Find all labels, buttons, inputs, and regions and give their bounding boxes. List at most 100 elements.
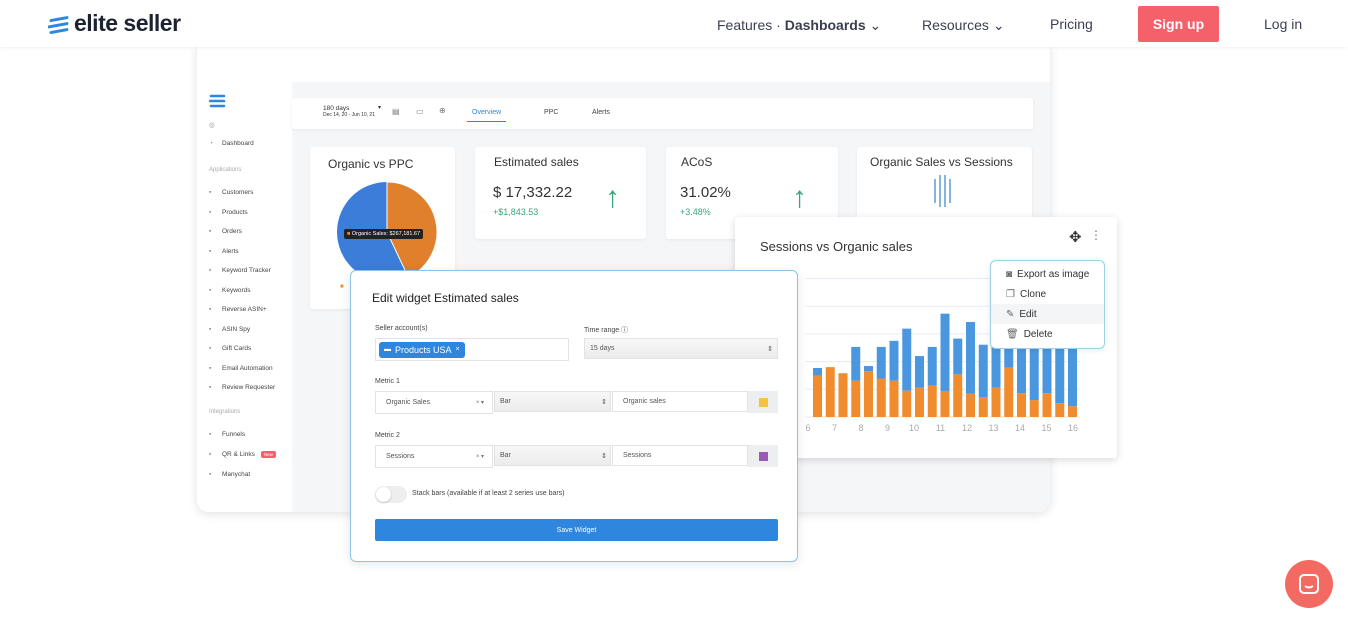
bar-sessions xyxy=(813,367,822,376)
tab-alerts[interactable]: Alerts xyxy=(592,109,610,116)
remove-chip-icon[interactable]: × xyxy=(456,346,460,353)
select-arrows-icon: ⇕ xyxy=(601,398,607,406)
sidebar-item[interactable]: ▪ Keyword Tracker xyxy=(209,267,271,274)
sidebar: ◎ ◔ Dashboard Applications Integrations ▪… xyxy=(197,40,291,512)
bar-sessions xyxy=(966,321,975,394)
sidebar-item-label: Email Automation xyxy=(222,364,273,372)
range-label: 180 days xyxy=(323,105,350,112)
trash-icon: 🗑 xyxy=(1006,328,1019,340)
menu-item-clone[interactable]: ❐ Clone xyxy=(991,284,1104,304)
bar-organic-sales xyxy=(902,390,912,417)
time-range-value: 15 days xyxy=(590,345,615,352)
sidebar-item[interactable]: ▪ Customers xyxy=(209,189,253,196)
features-menu[interactable]: Features · Dashboards ⌄ xyxy=(717,17,881,34)
sidebar-item[interactable]: ▪ Manychat xyxy=(209,471,250,478)
sidebar-item[interactable]: ▪ Funnels xyxy=(209,431,245,438)
menu-item-edit[interactable]: ✎ Edit xyxy=(991,304,1104,324)
sidebar-item-label: Reverse ASIN+ xyxy=(222,306,267,313)
bar-organic-sales xyxy=(1017,393,1026,417)
metric2-select[interactable]: Sessions × ▾ xyxy=(375,445,493,468)
sidebar-item-dashboard[interactable]: ◔ Dashboard xyxy=(209,140,254,147)
date-range-select[interactable]: 180 days Dec 14, 20 - Jun 10, 21 xyxy=(323,105,375,118)
sidebar-item[interactable]: ▪ QR & Links New xyxy=(209,451,276,458)
chat-launcher-button[interactable] xyxy=(1285,560,1333,608)
chat-icon xyxy=(1299,574,1319,594)
folder-icon[interactable]: ▭ xyxy=(416,107,424,116)
dialog-title: Edit widget Estimated sales xyxy=(372,291,519,305)
sidebar-item-label: Orders xyxy=(222,228,242,235)
sidebar-item[interactable]: ▪ Review Requester xyxy=(209,384,275,391)
save-widget-button[interactable]: Save Widget xyxy=(375,519,778,541)
widget-delta: +$1,843.53 xyxy=(493,207,539,217)
logo-icon xyxy=(48,15,69,34)
stack-bars-label: Stack bars (available if at least 2 seri… xyxy=(412,490,565,497)
widget-title: Organic Sales vs Sessions xyxy=(870,155,1013,169)
sidebar-item[interactable]: ▪ Orders xyxy=(209,228,242,235)
metric2-type-select[interactable]: Bar ⇕ xyxy=(494,445,611,466)
color-swatch xyxy=(758,397,768,407)
x-tick-label: 6 xyxy=(805,423,810,433)
stack-bars-toggle[interactable] xyxy=(375,486,407,503)
x-tick-label: 12 xyxy=(962,423,972,433)
metric1-select[interactable]: Organic Sales × ▾ xyxy=(375,391,493,414)
chart-type-value: Bar xyxy=(500,398,511,405)
bar-sessions xyxy=(927,346,937,386)
menu-item-delete[interactable]: 🗑 Delete xyxy=(991,324,1104,344)
profile-icon[interactable]: ◎ xyxy=(209,121,216,129)
time-range-label: Time range ⓘ xyxy=(584,325,628,335)
arrow-up-icon: ↑ xyxy=(792,181,807,214)
widget-estimated-sales[interactable]: Estimated sales $ 17,332.22 +$1,843.53 ↑ xyxy=(475,147,646,239)
bar-organic-sales xyxy=(966,393,975,417)
time-range-select[interactable]: 15 days ⇕ xyxy=(584,338,778,359)
sidebar-item[interactable]: ▪ Gift Cards xyxy=(209,345,251,352)
seller-account-input[interactable]: ▬ Products USA × xyxy=(375,338,569,361)
bar-organic-sales xyxy=(838,373,848,417)
sidebar-item-label: Manychat xyxy=(222,471,251,478)
bar-organic-sales xyxy=(813,375,822,417)
add-icon[interactable]: ⊕ xyxy=(439,106,446,115)
sidebar-item[interactable]: ▪ Keywords xyxy=(209,287,251,294)
resources-menu[interactable]: Resources ⌄ xyxy=(922,17,1005,34)
sidebar-item-label: Dashboard xyxy=(222,140,254,147)
signup-button[interactable]: Sign up xyxy=(1138,6,1219,42)
brand-logo[interactable]: elite seller xyxy=(48,10,181,37)
app-logo-icon xyxy=(209,94,226,108)
box-icon: ▪ xyxy=(209,208,212,216)
bar-sessions xyxy=(889,340,899,381)
sidebar-item-label: ASIN Spy xyxy=(222,325,251,333)
widget-delta: +3.48% xyxy=(680,207,711,217)
sidebar-item[interactable]: ▪ ASIN Spy xyxy=(209,326,250,333)
sidebar-item[interactable]: ▪ Email Automation xyxy=(209,365,273,372)
sidebar-item-label: Customers xyxy=(222,189,254,196)
metric2-color-picker[interactable] xyxy=(748,445,778,467)
sidebar-item-label: Keywords xyxy=(222,286,251,294)
series-name: Organic sales xyxy=(623,398,666,405)
clear-and-dropdown-icon[interactable]: × ▾ xyxy=(476,399,484,406)
x-tick-label: 8 xyxy=(858,423,863,433)
tab-overview[interactable]: Overview xyxy=(467,109,507,122)
sidebar-item[interactable]: ▪ Reverse ASIN+ xyxy=(209,306,267,313)
metric1-name-input[interactable]: Organic sales xyxy=(612,391,748,412)
chart-icon[interactable]: ▤ xyxy=(392,107,400,116)
bar-sessions xyxy=(864,366,873,372)
sidebar-item[interactable]: ▪ Alerts xyxy=(209,248,239,255)
x-tick-label: 13 xyxy=(988,423,998,433)
bar-sessions xyxy=(978,344,988,398)
login-link[interactable]: Log in xyxy=(1264,16,1302,32)
color-swatch xyxy=(758,451,768,461)
metric2-name-input[interactable]: Sessions xyxy=(612,445,748,466)
chat-icon: ▪ xyxy=(209,471,212,478)
time-range-text: Time range xyxy=(584,327,620,334)
sidebar-item[interactable]: ▪ Products xyxy=(209,209,248,216)
chevron-down-icon: ⌄ xyxy=(869,17,882,33)
metric1-type-select[interactable]: Bar ⇕ xyxy=(494,391,611,412)
select-arrows-icon: ⇕ xyxy=(601,452,607,460)
tab-ppc[interactable]: PPC xyxy=(544,109,558,116)
pricing-link[interactable]: Pricing xyxy=(1050,16,1093,32)
metric1-color-picker[interactable] xyxy=(748,391,778,413)
bar-organic-sales xyxy=(1055,403,1065,417)
widget-value: $ 17,332.22 xyxy=(493,184,573,201)
clear-and-dropdown-icon[interactable]: × ▾ xyxy=(476,453,484,460)
widget-title: Organic vs PPC xyxy=(328,157,414,171)
menu-item-export-as-image[interactable]: ◙ Export as image xyxy=(991,264,1104,284)
